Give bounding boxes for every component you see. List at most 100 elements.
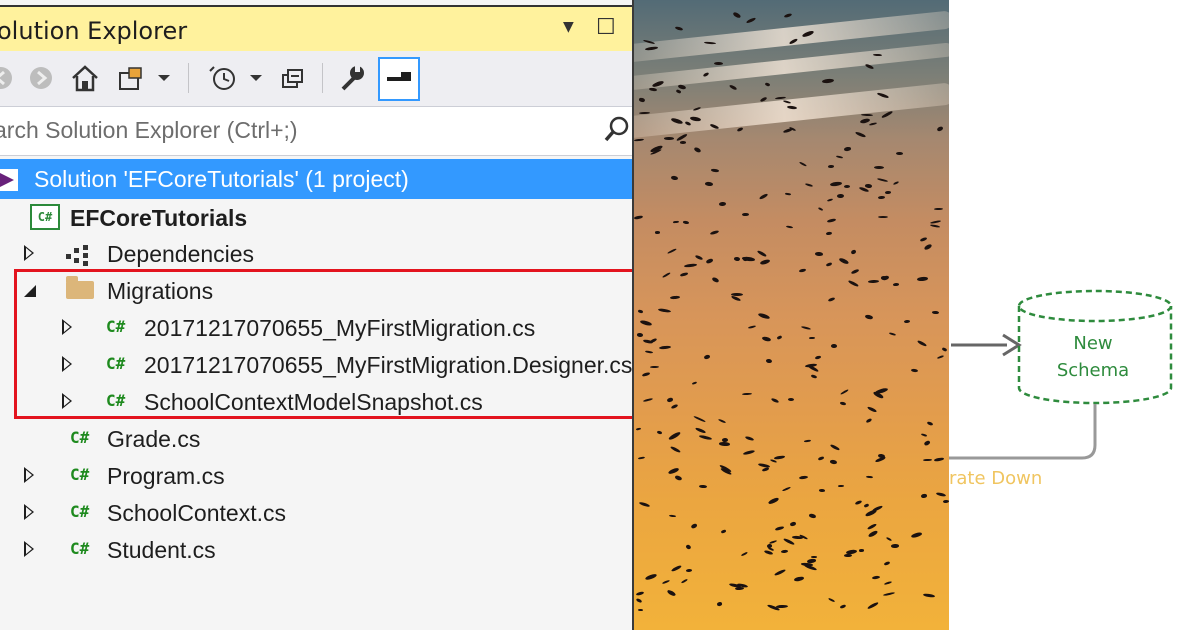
bird-silhouette xyxy=(919,236,927,242)
switch-views-icon[interactable] xyxy=(114,59,174,97)
bird-silhouette xyxy=(806,364,820,374)
expand-arrow-icon[interactable] xyxy=(24,504,34,520)
bird-silhouette xyxy=(773,455,785,460)
bird-silhouette xyxy=(782,485,792,492)
tree-item-project[interactable]: C# EFCoreTutorials xyxy=(0,200,632,236)
bird-silhouette xyxy=(770,397,780,404)
bird-silhouette xyxy=(667,430,681,441)
bird-silhouette xyxy=(844,146,852,151)
expand-arrow-icon[interactable] xyxy=(24,467,34,483)
bird-silhouette xyxy=(682,220,689,224)
bird-silhouette xyxy=(920,493,927,498)
bird-silhouette xyxy=(929,223,940,229)
solution-explorer-title-bar: olution Explorer ▼ ☐ xyxy=(0,5,632,51)
bird-silhouette xyxy=(759,258,771,265)
bird-silhouette xyxy=(865,475,873,479)
bird-silhouette xyxy=(933,457,945,462)
collapse-all-icon[interactable] xyxy=(276,59,310,97)
preview-toggle-icon[interactable] xyxy=(378,57,420,101)
bird-silhouette xyxy=(742,449,756,456)
bird-silhouette xyxy=(747,325,757,330)
bird-silhouette xyxy=(694,254,704,261)
bird-silhouette xyxy=(736,126,743,132)
tree-item-file[interactable]: C# Student.cs xyxy=(0,532,632,568)
bird-silhouette xyxy=(783,13,792,19)
bird-silhouette xyxy=(798,161,807,167)
bird-silhouette xyxy=(674,25,683,31)
back-icon[interactable] xyxy=(0,59,14,97)
bird-silhouette xyxy=(705,257,714,265)
search-icon[interactable] xyxy=(603,115,631,149)
home-icon[interactable] xyxy=(68,59,102,97)
bird-silhouette xyxy=(761,335,771,342)
bird-silhouette xyxy=(680,578,689,584)
bird-silhouette xyxy=(903,320,911,324)
bird-silhouette xyxy=(657,307,671,313)
bird-silhouette xyxy=(848,279,859,287)
tree-item-file[interactable]: C# Program.cs xyxy=(0,458,632,494)
csharp-file-icon: C# xyxy=(70,428,90,447)
bird-silhouette xyxy=(798,268,807,273)
search-input[interactable] xyxy=(0,115,584,145)
bird-silhouette xyxy=(641,372,650,378)
tree-item-solution[interactable]: Solution 'EFCoreTutorials' (1 project) xyxy=(0,159,632,199)
window-position-dropdown-icon[interactable]: ▼ xyxy=(563,19,574,35)
bird-silhouette xyxy=(877,216,889,219)
bird-silhouette xyxy=(859,117,870,124)
forward-icon[interactable] xyxy=(26,59,56,97)
history-icon[interactable] xyxy=(204,59,264,97)
bird-silhouette xyxy=(699,485,707,489)
new-schema-label: New Schema xyxy=(1033,330,1153,384)
bird-silhouette xyxy=(762,466,770,472)
bird-silhouette xyxy=(793,576,804,582)
bird-silhouette xyxy=(780,550,788,554)
bird-silhouette xyxy=(789,521,797,527)
bird-silhouette xyxy=(718,201,726,207)
bird-silhouette xyxy=(873,166,884,170)
diagram-shapes xyxy=(949,289,1173,460)
tree-item-dependencies[interactable]: Dependencies xyxy=(0,236,632,272)
bird-silhouette xyxy=(662,271,672,279)
bird-silhouette xyxy=(836,193,844,199)
bird-silhouette xyxy=(728,84,738,92)
expand-arrow-icon[interactable] xyxy=(24,245,34,261)
tree-item-file[interactable]: C# SchoolContext.cs xyxy=(0,495,632,531)
search-bar xyxy=(0,106,632,156)
bird-silhouette xyxy=(680,140,687,144)
bird-silhouette xyxy=(668,514,677,518)
bird-silhouette xyxy=(741,393,752,396)
bird-silhouette xyxy=(716,601,723,606)
bird-silhouette xyxy=(638,609,644,612)
bird-silhouette xyxy=(714,62,724,66)
bird-silhouette xyxy=(636,332,644,337)
bird-silhouette xyxy=(935,491,947,498)
tree-item-label: Program.cs xyxy=(107,463,225,489)
bird-silhouette xyxy=(767,496,779,505)
maximize-icon[interactable]: ☐ xyxy=(596,15,616,40)
properties-wrench-icon[interactable] xyxy=(334,59,370,97)
bird-silhouette xyxy=(763,550,773,556)
bird-silhouette xyxy=(890,544,900,549)
bird-silhouette xyxy=(937,354,945,360)
bird-silhouette xyxy=(864,508,878,518)
bird-silhouette xyxy=(703,354,710,360)
expand-arrow-icon[interactable] xyxy=(24,541,34,557)
bird-silhouette xyxy=(636,427,642,432)
bird-silhouette xyxy=(638,309,644,314)
bird-silhouette xyxy=(819,488,826,492)
bird-silhouette xyxy=(693,147,702,154)
bird-silhouette xyxy=(692,415,706,423)
bird-silhouette xyxy=(892,180,900,186)
schema-label-line: New xyxy=(1073,333,1113,354)
tree-item-file[interactable]: C# Grade.cs xyxy=(0,421,632,457)
bird-silhouette xyxy=(827,197,834,202)
bird-silhouette xyxy=(933,208,943,211)
bird-silhouette xyxy=(926,421,934,427)
bird-silhouette xyxy=(691,380,698,385)
bird-silhouette xyxy=(704,181,714,187)
bird-silhouette xyxy=(854,130,866,138)
schema-label-line: Schema xyxy=(1056,360,1130,381)
bird-silhouette xyxy=(864,183,873,189)
bird-silhouette xyxy=(830,443,841,451)
migrate-down-label: rate Down xyxy=(949,468,1043,489)
